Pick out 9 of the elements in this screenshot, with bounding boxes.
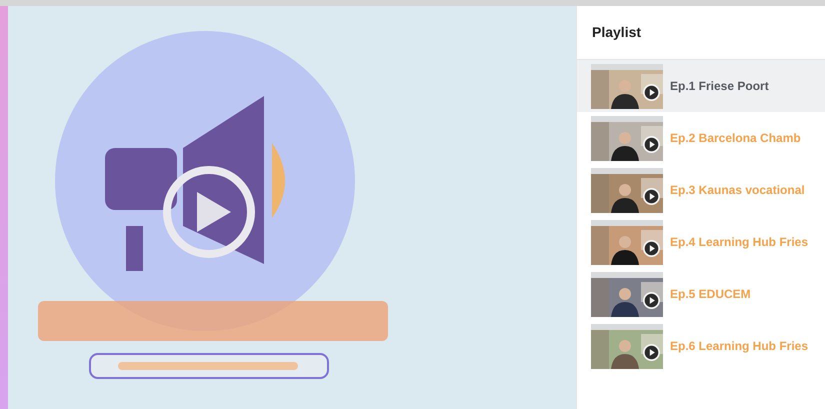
play-button[interactable]	[163, 166, 255, 258]
episode-title: Ep.2 Barcelona Chamb	[670, 130, 801, 147]
episode-title: Ep.6 Learning Hub Fries	[670, 338, 808, 355]
playlist-item[interactable]: Ep.1 Friese Poort	[577, 60, 825, 112]
episode-title: Ep.3 Kaunas vocational	[670, 182, 805, 199]
episode-title: Ep.4 Learning Hub Fries	[670, 234, 808, 251]
episode-title: Ep.1 Friese Poort	[670, 78, 769, 95]
episode-title: Ep.5 EDUCEM	[670, 286, 751, 303]
playlist-title: Playlist	[592, 23, 642, 42]
